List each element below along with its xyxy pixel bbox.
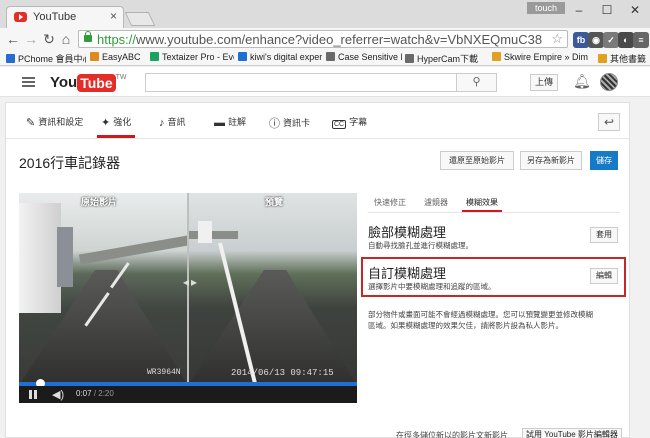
new-tab-button[interactable] <box>124 12 156 26</box>
video-title: 2016行車記錄器 <box>19 155 121 171</box>
editor-card: ✎ 資訊和設定 ✦ 強化 ♪ 音訊 ▬ 註解 ⓘ 資訊卡 CC 字幕 ↩ 2016行車記錄器… <box>5 102 630 438</box>
bookmark-item[interactable]: Case Sensitive Find <box>326 52 402 62</box>
pencil-icon: ✎ <box>26 117 36 129</box>
face-blur-desc: 自動尋找臉孔並進行模糊處理。 <box>368 241 473 250</box>
bookmark-star-icon[interactable]: ☆ <box>551 31 563 47</box>
close-tab-icon[interactable]: × <box>110 9 117 23</box>
custom-blur-title: 自訂模糊處理 <box>368 266 447 281</box>
tab-cards[interactable]: ⓘ 資訊卡 <box>269 115 310 131</box>
info-icon: ⓘ <box>269 118 280 130</box>
bookmarks-bar: PChome 會員中心 EasyABC Textaizer Pro - Every k… <box>0 50 650 66</box>
youtube-favicon-icon <box>14 12 27 22</box>
bookmark-icon <box>492 52 501 61</box>
menu-icon[interactable] <box>22 77 35 87</box>
bookmark-item[interactable]: PChome 會員中心 <box>6 52 86 65</box>
youtube-logo[interactable]: You Tube TW <box>50 74 127 92</box>
touch-badge: touch <box>527 2 565 14</box>
player-controls: ◀︎) 0:07 / 2:20 <box>19 386 357 403</box>
split-handle-icon[interactable]: ◂▸ <box>183 275 199 289</box>
tab-filters[interactable]: 濾鏡器 <box>424 197 448 208</box>
tab-info-settings[interactable]: ✎ 資訊和設定 <box>26 115 83 129</box>
minimize-button[interactable]: – <box>566 2 592 18</box>
bookmark-item[interactable]: Textaizer Pro - Every <box>150 52 234 62</box>
bookmark-item[interactable]: kiwi's digital exper <box>238 52 322 62</box>
search-input[interactable] <box>145 73 457 92</box>
blur-note: 部分物件或畫面可能不會經過模糊處理。您可以預覽變更並修改模糊區域。如果模糊處理的… <box>368 310 593 330</box>
extension-icon[interactable]: ≡ <box>633 32 649 48</box>
preview-label: 預覽 <box>265 197 284 207</box>
revert-button[interactable]: 還原至原始影片 <box>440 151 514 170</box>
save-as-new-button[interactable]: 另存為新影片 <box>520 151 582 170</box>
tab-quick-fixes[interactable]: 快速修正 <box>374 197 406 208</box>
time-display: 0:07 / 2:20 <box>76 389 114 398</box>
lock-icon <box>84 31 92 42</box>
browser-tab-strip: YouTube × touch – ☐ ✕ <box>0 0 650 28</box>
search-button[interactable]: ⚲ <box>457 73 497 92</box>
bookmark-icon <box>150 52 159 61</box>
url-text: https://www.youtube.com/enhance?video_re… <box>97 32 543 47</box>
browser-tab[interactable]: YouTube × <box>6 6 124 28</box>
bookmark-item[interactable]: Skwire Empire » Dim <box>492 52 588 62</box>
bookmark-item[interactable]: HyperCam下載 <box>405 52 478 65</box>
preview-video-frame <box>188 193 357 385</box>
magic-wand-icon: ✦ <box>101 117 111 129</box>
undo-button[interactable]: ↩ <box>598 113 620 131</box>
save-button[interactable]: 儲存 <box>590 151 618 170</box>
face-blur-apply-button[interactable]: 套用 <box>590 227 618 243</box>
bookmark-item[interactable]: 其他書籤 <box>598 52 646 65</box>
extension-icon[interactable]: ✓ <box>603 32 619 48</box>
enhance-sub-tabs: 快速修正 濾鏡器 模糊效果 <box>368 193 620 213</box>
cc-icon: CC <box>332 120 347 129</box>
tab-enhancements[interactable]: ✦ 強化 <box>96 115 136 138</box>
music-note-icon: ♪ <box>159 117 165 129</box>
notification-bell-icon[interactable]: 🔔︎ <box>573 73 591 90</box>
tab-title: YouTube <box>33 11 77 23</box>
annotation-icon: ▬ <box>214 117 225 129</box>
close-window-button[interactable]: ✕ <box>622 2 648 18</box>
search-icon: ⚲ <box>472 76 481 88</box>
footer-text: 在徑多儲位新以的影片文新影片 <box>396 431 508 438</box>
face-blur-title: 臉部模糊處理 <box>368 225 447 240</box>
volume-icon[interactable]: ◀︎) <box>52 388 64 401</box>
youtube-header: You Tube TW ⚲ 上傳 🔔︎ <box>0 67 650 97</box>
extension-icon[interactable]: ◉ <box>588 32 604 48</box>
bookmark-icon <box>405 54 414 63</box>
split-divider[interactable] <box>187 193 189 385</box>
back-arrow-icon[interactable]: ← <box>4 30 22 48</box>
avatar[interactable] <box>600 73 618 91</box>
extension-icon[interactable]: fb <box>573 32 589 48</box>
bookmark-item[interactable]: EasyABC <box>90 52 141 62</box>
bookmark-icon <box>6 54 15 63</box>
bookmark-icon <box>90 52 99 61</box>
extension-icon[interactable]: ◐ <box>618 32 634 48</box>
truck-image <box>19 203 61 313</box>
tab-blurring-effects[interactable]: 模糊效果 <box>462 197 502 212</box>
editor-nav-tabs: ✎ 資訊和設定 ✦ 強化 ♪ 音訊 ▬ 註解 ⓘ 資訊卡 CC 字幕 ↩ <box>6 103 629 139</box>
home-icon[interactable]: ⌂ <box>57 30 75 48</box>
upload-button[interactable]: 上傳 <box>530 74 558 91</box>
original-video-frame <box>19 193 188 385</box>
pause-icon[interactable] <box>29 390 37 399</box>
custom-blur-desc: 選擇影片中要模糊處理和追蹤的區域。 <box>368 282 496 291</box>
tab-subtitles[interactable]: CC 字幕 <box>332 115 367 129</box>
timestamp-overlay: 2014/06/13 09:47:15 <box>231 368 334 378</box>
tab-audio[interactable]: ♪ 音訊 <box>159 115 186 129</box>
video-player[interactable]: ◂▸ 原始影片 預覽 WR3964N 2014/06/13 09:47:15 ◀… <box>19 193 357 403</box>
forward-arrow-icon[interactable]: → <box>22 30 40 48</box>
browser-toolbar: ← → ↻ ⌂ https://www.youtube.com/enhance?… <box>0 28 650 50</box>
address-bar[interactable]: https://www.youtube.com/enhance?video_re… <box>78 30 568 48</box>
bookmark-icon <box>598 54 607 63</box>
try-video-editor-button[interactable]: 試用 YouTube 影片編輯器 <box>522 428 622 438</box>
maximize-button[interactable]: ☐ <box>594 2 620 18</box>
bookmark-icon <box>238 52 247 61</box>
original-label: 原始影片 <box>81 197 118 207</box>
tab-annotations[interactable]: ▬ 註解 <box>214 115 246 129</box>
reload-icon[interactable]: ↻ <box>40 30 58 48</box>
plate-text: WR3964N <box>147 368 181 377</box>
custom-blur-edit-button[interactable]: 編輯 <box>590 268 618 284</box>
bookmark-icon <box>326 52 335 61</box>
